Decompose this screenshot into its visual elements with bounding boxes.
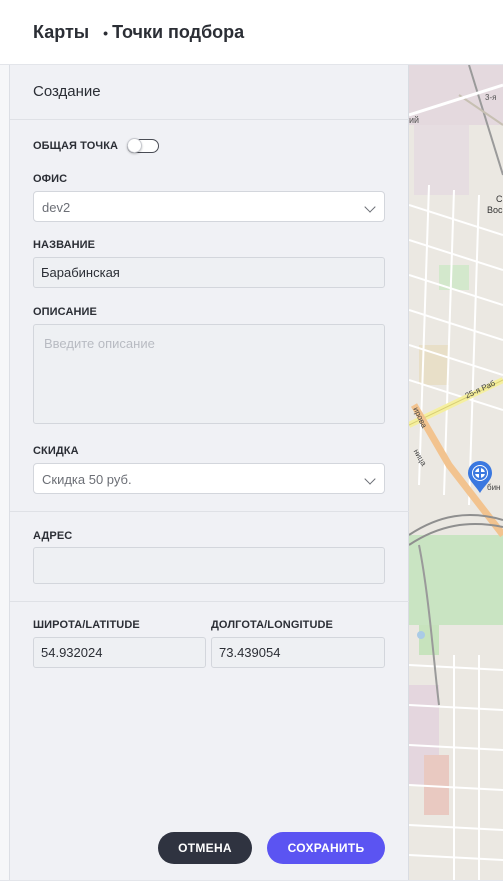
description-label: ОПИСАНИЕ bbox=[33, 306, 97, 318]
description-textarea[interactable]: Введите описание bbox=[33, 324, 385, 424]
breadcrumb-separator: • bbox=[103, 25, 109, 41]
longitude-input[interactable]: 73.439054 bbox=[211, 637, 385, 668]
create-form-panel: Создание ОБЩАЯ ТОЧКА ОФИС dev2 НАЗВАНИЕ … bbox=[10, 65, 409, 880]
map-label: 3-я bbox=[485, 93, 497, 102]
divider bbox=[10, 119, 409, 120]
latitude-input[interactable]: 54.932024 bbox=[33, 637, 206, 668]
map-label: бин bbox=[487, 483, 501, 492]
chevron-down-icon bbox=[364, 473, 376, 485]
office-select[interactable]: dev2 bbox=[33, 191, 385, 222]
common-point-toggle[interactable] bbox=[127, 138, 159, 153]
name-label: НАЗВАНИЕ bbox=[33, 239, 96, 251]
breadcrumb: Карты • Точки подбора bbox=[33, 22, 244, 43]
divider bbox=[10, 511, 409, 512]
discount-label: СКИДКА bbox=[33, 445, 79, 457]
chevron-down-icon bbox=[364, 201, 376, 213]
common-point-label: ОБЩАЯ ТОЧКА bbox=[33, 140, 119, 152]
toggle-knob bbox=[127, 138, 142, 153]
latitude-label: ШИРОТА/LATITUDE bbox=[33, 619, 140, 631]
map-label: ий bbox=[409, 115, 420, 125]
breadcrumb-pickup-points: Точки подбора bbox=[112, 22, 245, 42]
save-button[interactable]: СОХРАНИТЬ bbox=[267, 832, 385, 864]
map-label: Вос bbox=[487, 205, 503, 215]
map-label: С bbox=[496, 194, 503, 204]
discount-select[interactable]: Скидка 50 руб. bbox=[33, 463, 385, 494]
name-input[interactable]: Барабинская bbox=[33, 257, 385, 288]
cancel-button[interactable]: ОТМЕНА bbox=[158, 832, 252, 864]
breadcrumb-maps[interactable]: Карты bbox=[33, 22, 89, 42]
form-title: Создание bbox=[33, 83, 101, 100]
office-select-value: dev2 bbox=[42, 200, 71, 215]
map-view[interactable]: 3-я ий С Вос 25-я Раб ирова ница бин bbox=[409, 65, 503, 880]
description-placeholder: Введите описание bbox=[44, 336, 155, 351]
office-label: ОФИС bbox=[33, 173, 68, 185]
address-input[interactable] bbox=[33, 547, 385, 584]
discount-select-value: Скидка 50 руб. bbox=[42, 472, 132, 487]
longitude-label: ДОЛГОТА/LONGITUDE bbox=[211, 619, 333, 631]
address-label: АДРЕС bbox=[33, 530, 73, 542]
divider bbox=[10, 601, 409, 602]
page-header: Карты • Точки подбора bbox=[0, 0, 503, 65]
left-scroll-gutter bbox=[0, 65, 10, 880]
